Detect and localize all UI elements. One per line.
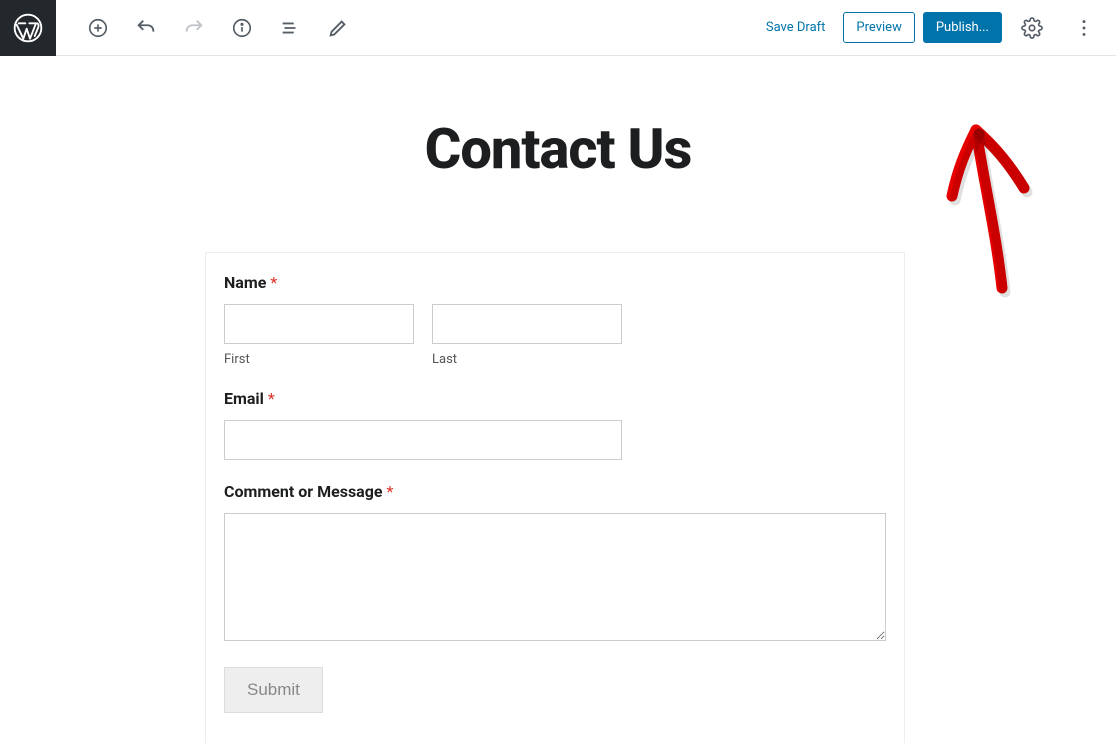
info-button[interactable] bbox=[222, 8, 262, 48]
first-name-input[interactable] bbox=[224, 304, 414, 344]
kebab-icon bbox=[1073, 17, 1095, 39]
more-options-button[interactable] bbox=[1064, 8, 1104, 48]
save-draft-button[interactable]: Save Draft bbox=[756, 12, 836, 43]
info-icon bbox=[231, 17, 253, 39]
add-block-button[interactable] bbox=[78, 8, 118, 48]
edit-button[interactable] bbox=[318, 8, 358, 48]
outline-icon bbox=[279, 17, 301, 39]
required-marker: * bbox=[268, 389, 275, 408]
undo-button[interactable] bbox=[126, 8, 166, 48]
plus-circle-icon bbox=[87, 17, 109, 39]
name-field: Name * First Last bbox=[224, 273, 886, 367]
contact-form-block[interactable]: Name * First Last Email * bbox=[205, 252, 905, 743]
page-title[interactable]: Contact Us bbox=[0, 116, 1116, 182]
message-textarea[interactable] bbox=[224, 513, 886, 641]
wordpress-logo[interactable] bbox=[0, 0, 56, 56]
preview-button[interactable]: Preview bbox=[843, 12, 914, 43]
message-label: Comment or Message * bbox=[224, 482, 886, 501]
wordpress-icon bbox=[12, 12, 44, 44]
first-sublabel: First bbox=[224, 352, 414, 367]
publish-button[interactable]: Publish... bbox=[923, 12, 1002, 43]
settings-button[interactable] bbox=[1012, 8, 1052, 48]
required-marker: * bbox=[270, 273, 277, 292]
undo-icon bbox=[135, 17, 157, 39]
editor-canvas: Contact Us Name * First Last Email bbox=[0, 56, 1116, 743]
gear-icon bbox=[1021, 17, 1043, 39]
name-label-text: Name bbox=[224, 273, 266, 292]
email-input[interactable] bbox=[224, 420, 622, 460]
email-label: Email * bbox=[224, 389, 886, 408]
outline-button[interactable] bbox=[270, 8, 310, 48]
editor-toolbar: Save Draft Preview Publish... bbox=[0, 0, 1116, 56]
message-field: Comment or Message * bbox=[224, 482, 886, 645]
pencil-icon bbox=[327, 17, 349, 39]
last-name-input[interactable] bbox=[432, 304, 622, 344]
toolbar-right-group: Save Draft Preview Publish... bbox=[756, 8, 1116, 48]
submit-button[interactable]: Submit bbox=[224, 667, 323, 713]
redo-button[interactable] bbox=[174, 8, 214, 48]
required-marker: * bbox=[387, 482, 394, 501]
email-label-text: Email bbox=[224, 389, 264, 408]
last-sublabel: Last bbox=[432, 352, 622, 367]
message-label-text: Comment or Message bbox=[224, 482, 383, 501]
toolbar-left-group bbox=[56, 8, 360, 48]
name-label: Name * bbox=[224, 273, 886, 292]
email-field: Email * bbox=[224, 389, 886, 460]
redo-icon bbox=[183, 17, 205, 39]
